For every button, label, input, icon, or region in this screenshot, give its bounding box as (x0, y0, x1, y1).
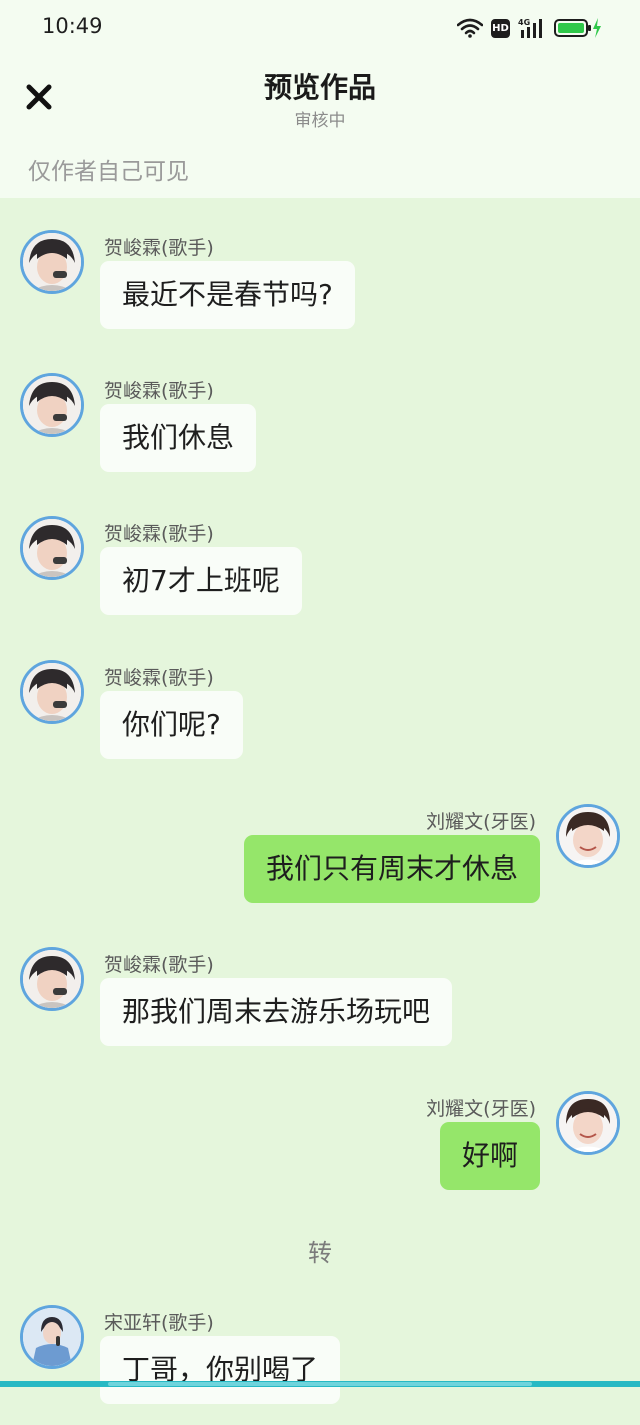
chat-message[interactable]: 刘耀文(牙医) 好啊 (0, 1091, 640, 1211)
avatar-portrait-icon (23, 233, 81, 291)
status-bar: 10:49 HD 4G (0, 0, 640, 56)
avatar-portrait-icon (23, 663, 81, 721)
chat-message[interactable]: 贺峻霖(歌手) 那我们周末去游乐场玩吧 (0, 947, 640, 1067)
avatar-he-junlin[interactable] (20, 947, 84, 1011)
avatar-portrait-icon (559, 1094, 617, 1152)
avatar-portrait-icon (23, 950, 81, 1008)
sender-name: 贺峻霖(歌手) (104, 954, 214, 976)
message-bubble[interactable]: 我们只有周末才休息 (243, 835, 540, 903)
message-bubble[interactable]: 那我们周末去游乐场玩吧 (100, 978, 453, 1046)
chat-message[interactable]: 贺峻霖(歌手) 初7才上班呢 (0, 516, 640, 636)
avatar-liu-yaowen[interactable] (556, 804, 620, 868)
chat-message[interactable]: 宋亚轩(歌手) 丁哥，你别喝了 (0, 1305, 640, 1425)
status-icons: HD 4G (457, 16, 602, 40)
sender-name: 贺峻霖(歌手) (104, 523, 214, 545)
signal-4g-icon: 4G (518, 18, 542, 38)
avatar-he-junlin[interactable] (20, 373, 84, 437)
avatar-liu-yaowen[interactable] (556, 1091, 620, 1155)
wifi-icon (457, 18, 483, 38)
avatar-portrait-icon (23, 376, 81, 434)
message-bubble[interactable]: 丁哥，你别喝了 (100, 1336, 341, 1404)
hd-badge: HD (491, 18, 510, 38)
visibility-note: 仅作者自己可见 (28, 159, 189, 185)
message-bubble[interactable]: 初7才上班呢 (100, 547, 302, 615)
status-time: 10:49 (42, 14, 103, 38)
message-bubble[interactable]: 好啊 (439, 1122, 540, 1190)
bottom-scroll-bar[interactable] (0, 1381, 640, 1387)
chat-area[interactable]: 贺峻霖(歌手) 最近不是春节吗? 贺峻霖(歌手) 我们休息 贺峻霖(歌手) 初7… (0, 198, 640, 1404)
avatar-song-yaxuan[interactable] (20, 1305, 84, 1369)
sender-name: 贺峻霖(歌手) (104, 237, 214, 259)
sender-name: 贺峻霖(歌手) (104, 667, 214, 689)
avatar-portrait-icon (23, 519, 81, 577)
message-bubble[interactable]: 我们休息 (100, 404, 257, 472)
avatar-portrait-icon (23, 1308, 81, 1366)
avatar-portrait-icon (559, 807, 617, 865)
network-label: 4G (518, 18, 530, 27)
sender-name: 刘耀文(牙医) (426, 811, 536, 833)
chat-message[interactable]: 刘耀文(牙医) 我们只有周末才休息 (0, 804, 640, 924)
sender-name: 刘耀文(牙医) (426, 1098, 536, 1120)
sender-name: 贺峻霖(歌手) (104, 380, 214, 402)
avatar-he-junlin[interactable] (20, 230, 84, 294)
scroll-thumb[interactable] (108, 1382, 532, 1386)
chat-message[interactable]: 贺峻霖(歌手) 你们呢? (0, 660, 640, 780)
scene-divider: 转 (308, 1239, 332, 1267)
header: 预览作品 审核中 仅作者自己可见 (0, 56, 640, 198)
avatar-he-junlin[interactable] (20, 516, 84, 580)
avatar-he-junlin[interactable] (20, 660, 84, 724)
page-title: 预览作品 (263, 71, 376, 104)
battery-charging-icon (554, 18, 601, 38)
chat-message[interactable]: 贺峻霖(歌手) 我们休息 (0, 373, 640, 493)
sender-name: 宋亚轩(歌手) (104, 1312, 214, 1334)
review-status: 审核中 (294, 111, 346, 131)
chat-message[interactable]: 贺峻霖(歌手) 最近不是春节吗? (0, 230, 640, 350)
message-bubble[interactable]: 最近不是春节吗? (100, 261, 355, 329)
message-bubble[interactable]: 你们呢? (100, 691, 243, 759)
